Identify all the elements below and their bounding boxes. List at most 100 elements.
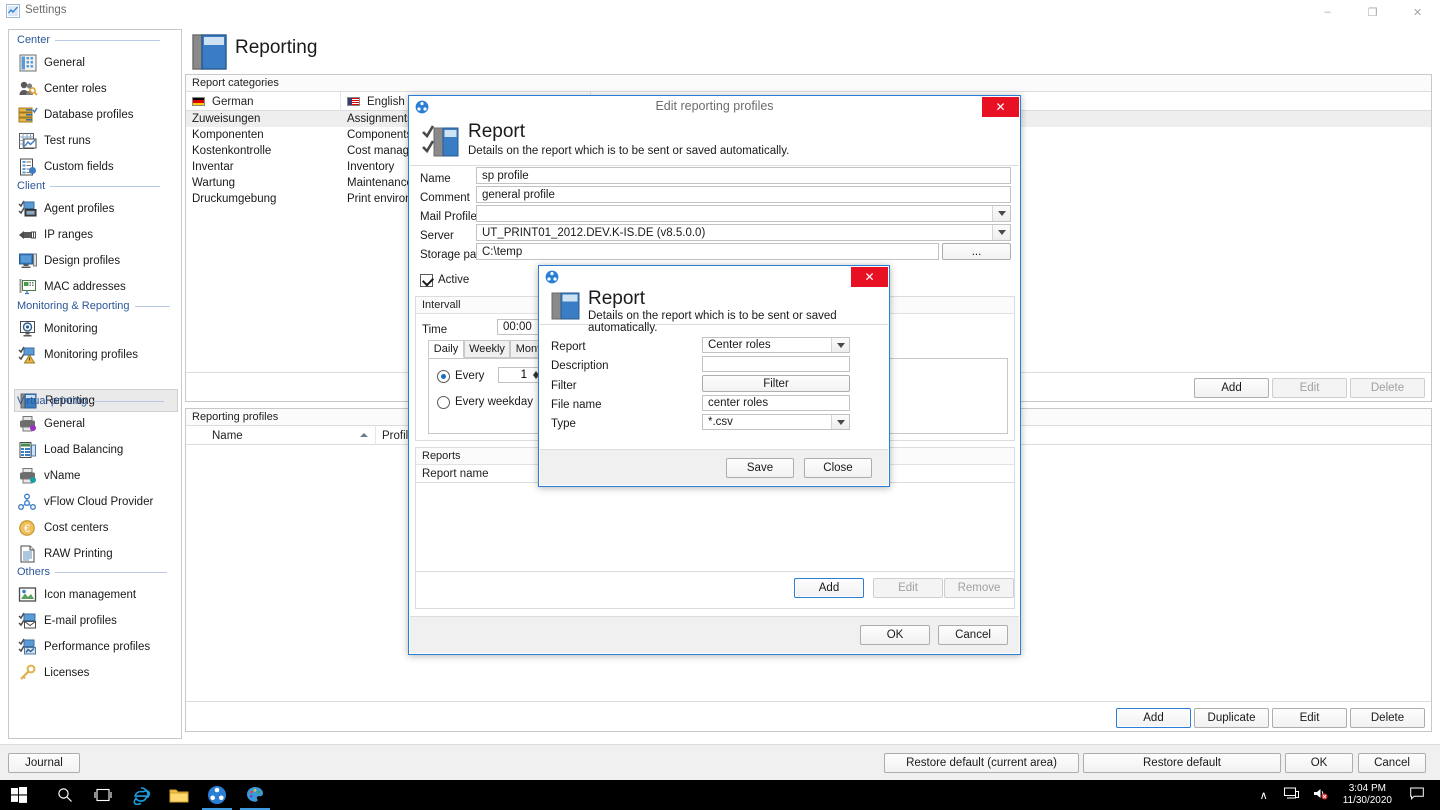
tray-chevron-icon[interactable]: ∧ [1251,789,1277,802]
sidebar-item-load-balancing[interactable]: Load Balancing [14,438,178,461]
server-value: UT_PRINT01_2012.DEV.K-IS.DE (v8.5.0.0) [482,226,706,239]
maximize-button[interactable]: ❐ [1350,0,1395,24]
sidebar-item-label: E-mail profiles [44,614,117,627]
name-input[interactable]: sp profile [476,167,1011,184]
tab-weekly[interactable]: Weekly [464,340,510,358]
taskbar-clock[interactable]: 3:04 PM 11/30/2020 [1335,783,1400,807]
volume-muted-icon[interactable] [1306,787,1335,803]
dialog-cancel-button[interactable]: Cancel [938,625,1008,645]
reports-add-button[interactable]: Add [794,578,864,598]
time-label: Time [422,324,448,336]
chevron-down-icon[interactable] [992,206,1010,221]
reporting-profiles-edit-button[interactable]: Edit [1272,708,1347,728]
report-save-button[interactable]: Save [726,458,794,478]
sidebar-group-others: Others [17,566,168,580]
mail-profile-select[interactable] [476,205,1011,222]
sidebar-item-agent-profiles[interactable]: Agent profiles [14,197,178,220]
report-categories-add-button[interactable]: Add [1194,378,1269,398]
sidebar-item-mac-addresses[interactable]: MAC addresses [14,275,178,298]
server-select[interactable]: UT_PRINT01_2012.DEV.K-IS.DE (v8.5.0.0) [476,224,1011,241]
divider [186,701,1431,702]
cancel-button[interactable]: Cancel [1358,753,1426,773]
comment-input[interactable]: general profile [476,186,1011,203]
document-lines-icon [18,545,38,563]
search-icon[interactable] [46,780,84,810]
sidebar-item-email-profiles[interactable]: E-mail profiles [14,609,178,632]
sidebar-item-icon-management[interactable]: Icon management [14,583,178,606]
column-header-german[interactable]: German [186,92,341,111]
column-header-name[interactable]: Name [206,426,376,445]
task-view-icon[interactable] [84,780,122,810]
column-header-label: Name [212,429,243,442]
sidebar-item-cost-centers[interactable]: € Cost centers [14,516,178,539]
every-radio[interactable] [437,370,450,383]
sidebar-item-general-center[interactable]: General [14,51,178,74]
report-categories-delete-button[interactable]: Delete [1350,378,1425,398]
chevron-down-icon[interactable] [831,338,849,352]
sidebar-item-label: Icon management [44,588,137,601]
report-categories-edit-button[interactable]: Edit [1272,378,1347,398]
paint-icon[interactable] [236,780,274,810]
reporting-profiles-add-button[interactable]: Add [1116,708,1191,728]
every-days-stepper[interactable]: 1 [498,367,542,383]
sidebar-item-design-profiles[interactable]: Design profiles [14,249,178,272]
dialog-ok-button[interactable]: OK [860,625,930,645]
sidebar-item-vname[interactable]: vName [14,464,178,487]
file-explorer-icon[interactable] [160,780,198,810]
reports-edit-button[interactable]: Edit [873,578,943,598]
active-checkbox[interactable] [420,274,433,287]
chevron-down-icon[interactable] [831,415,849,429]
reporting-profiles-duplicate-button[interactable]: Duplicate [1194,708,1269,728]
report-dialog-header-subtitle: Details on the report which is to be sen… [588,310,837,334]
network-icon[interactable] [1277,787,1306,803]
file-name-input[interactable]: center roles [702,395,850,411]
minimize-button[interactable]: – [1305,0,1350,24]
sidebar-item-ip-ranges[interactable]: IP ranges [14,223,178,246]
reports-remove-button[interactable]: Remove [944,578,1014,598]
close-button[interactable]: ✕ [1395,0,1440,24]
sidebar-group-center: Center [17,34,161,48]
storage-path-browse-button[interactable]: ... [942,243,1011,260]
custom-fields-icon [18,158,38,176]
journal-button[interactable]: Journal [8,753,80,773]
chevron-down-icon[interactable] [992,225,1010,240]
sidebar-item-database-profiles[interactable]: Database profiles [14,103,178,126]
sidebar-item-custom-fields[interactable]: Custom fields [14,155,178,178]
sidebar-group-monitoring: Monitoring & Reporting [17,300,170,314]
reporting-profiles-delete-button[interactable]: Delete [1350,708,1425,728]
description-input[interactable] [702,356,850,372]
report-categories-caption: Report categories [186,75,1431,92]
sidebar-item-center-roles[interactable]: Center roles [14,77,178,100]
sidebar-item-raw-printing[interactable]: RAW Printing [14,542,178,565]
tab-daily[interactable]: Daily [428,340,464,358]
sidebar-item-vflow-cloud-provider[interactable]: vFlow Cloud Provider [14,490,178,513]
server-label: Server [420,230,454,242]
cell-german: Komponenten [192,129,264,141]
sidebar-item-label: Center roles [44,82,107,95]
sidebar-item-monitoring-profiles[interactable]: Monitoring profiles [14,343,178,366]
app-blue-icon[interactable] [198,780,236,810]
sidebar-item-monitoring[interactable]: Monitoring [14,317,178,340]
storage-path-input[interactable]: C:\temp [476,243,939,260]
dialog-close-button[interactable]: ✕ [982,97,1019,117]
sidebar-item-licenses[interactable]: Licenses [14,661,178,684]
type-select[interactable]: *.csv [702,414,850,430]
every-weekday-radio[interactable] [437,396,450,409]
ok-button[interactable]: OK [1285,753,1353,773]
dialog-header: Report Details on the report which is to… [410,118,1019,166]
sidebar-item-general-virtual[interactable]: General [14,412,178,435]
filter-button[interactable]: Filter [702,375,850,392]
internet-explorer-icon[interactable] [122,780,160,810]
restore-default-button[interactable]: Restore default [1083,753,1281,773]
sidebar-item-test-runs[interactable]: Test runs [14,129,178,152]
sidebar-item-performance-profiles[interactable]: Performance profiles [14,635,178,658]
app-icon [6,4,20,18]
report-select[interactable]: Center roles [702,337,850,353]
restore-default-current-area-button[interactable]: Restore default (current area) [884,753,1079,773]
report-dialog-close-button[interactable]: ✕ [851,267,888,287]
report-close-button[interactable]: Close [804,458,872,478]
windows-start-icon[interactable] [0,780,38,810]
action-center-icon[interactable] [1400,787,1434,803]
sidebar-item-label: Test runs [44,134,91,147]
comment-label: Comment [420,192,470,204]
